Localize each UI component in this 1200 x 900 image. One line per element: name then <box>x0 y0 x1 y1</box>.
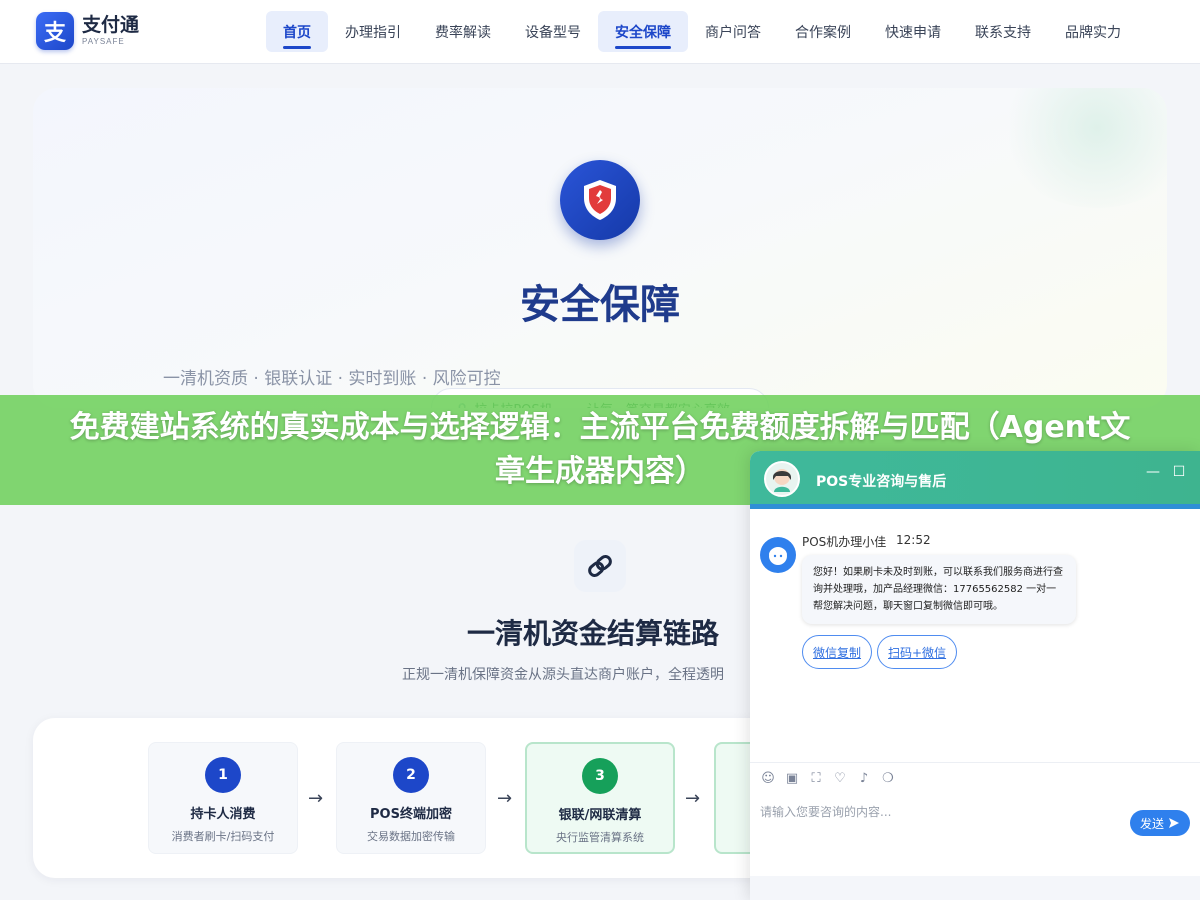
rating-icon[interactable]: ♡ <box>832 771 848 787</box>
chat-title: POS专业咨询与售后 <box>816 474 947 490</box>
nav-item-rates[interactable]: 费率解读 <box>418 11 508 52</box>
step-number: 3 <box>582 758 618 794</box>
agent-avatar <box>760 537 796 573</box>
shield-icon <box>560 160 640 240</box>
flow-step: 3 银联/网联清算 央行监管清算系统 <box>525 742 675 854</box>
send-button[interactable]: 发送 <box>1130 810 1190 836</box>
hero-subtitle: 一清机资质 · 银联认证 · 实时到账 · 风险可控 <box>163 369 501 389</box>
arrow-right-icon: → <box>497 788 513 809</box>
step-number: 1 <box>205 757 241 793</box>
flow-step: 2 POS终端加密 交易数据加密传输 <box>336 742 486 854</box>
chat-composer: ☺ ▣ ⛶ ♡ ♪ ❍ 发送 <box>750 762 1200 876</box>
flow-step: 1 持卡人消费 消费者刷卡/扫码支付 <box>148 742 298 854</box>
main-nav: 首页 办理指引 费率解读 设备型号 安全保障 商户问答 合作案例 快速申请 联系… <box>266 11 1138 52</box>
nav-item-brand[interactable]: 品牌实力 <box>1048 11 1138 52</box>
nav-item-guide[interactable]: 办理指引 <box>328 11 418 52</box>
step-number: 2 <box>393 757 429 793</box>
nav-item-faq[interactable]: 商户问答 <box>688 11 778 52</box>
send-label: 发送 <box>1139 816 1164 831</box>
chat-widget: POS专业咨询与售后 — ☐ POS机办理小佳 12:52 您好！如果刷卡未及时… <box>750 451 1200 900</box>
image-icon[interactable]: ▣ <box>784 771 800 787</box>
nav-item-support[interactable]: 联系支持 <box>958 11 1048 52</box>
step-description: 央行监管清算系统 <box>556 831 644 844</box>
chat-footer-bar <box>750 876 1200 900</box>
message-time: 12:52 <box>896 533 931 547</box>
agent-message: 您好！如果刷卡未及时到账，可以联系我们服务商进行查询并处理哦，加产品经理微信：1… <box>802 555 1076 624</box>
chat-icon[interactable]: ❍ <box>880 771 896 787</box>
maximize-icon[interactable]: ☐ <box>1170 463 1188 481</box>
logo-subtitle: PAYSAFE <box>82 37 125 46</box>
nav-item-cases[interactable]: 合作案例 <box>778 11 868 52</box>
step-title: 银联/网联清算 <box>558 808 642 823</box>
support-avatar <box>764 461 800 497</box>
step-description: 交易数据加密传输 <box>367 830 455 843</box>
step-description: 消费者刷卡/扫码支付 <box>171 830 275 843</box>
logo-name: 支付通 <box>82 14 140 36</box>
agent-name: POS机办理小佳 <box>802 535 887 549</box>
nav-item-home[interactable]: 首页 <box>266 11 328 52</box>
step-title: 持卡人消费 <box>190 807 256 822</box>
logo-mark: 支 <box>36 12 74 50</box>
top-header: 支 支付通 PAYSAFE 首页 办理指引 费率解读 设备型号 安全保障 商户问… <box>0 0 1200 64</box>
emoji-icon[interactable]: ☺ <box>760 771 776 787</box>
section-title: 一清机资金结算链路 <box>467 617 720 650</box>
chat-input[interactable] <box>760 801 1120 823</box>
arrow-right-icon: → <box>685 788 701 809</box>
copy-wechat-button[interactable]: 微信复制 <box>802 635 873 669</box>
link-icon <box>574 540 626 592</box>
send-icon <box>1169 818 1179 828</box>
section-subtitle: 正规一清机保障资金从源头直达商户账户，全程透明 <box>402 667 724 683</box>
screenshot-icon[interactable]: ⛶ <box>808 771 824 787</box>
nav-item-apply[interactable]: 快速申请 <box>868 11 958 52</box>
arrow-right-icon: → <box>308 788 324 809</box>
nav-item-devices[interactable]: 设备型号 <box>508 11 598 52</box>
minimize-icon[interactable]: — <box>1144 463 1162 481</box>
logo[interactable]: 支 支付通 PAYSAFE <box>36 12 139 50</box>
logo-text: 支付通 PAYSAFE <box>82 16 139 46</box>
nav-item-security[interactable]: 安全保障 <box>598 11 688 52</box>
chat-header[interactable]: POS专业咨询与售后 — ☐ <box>750 451 1200 509</box>
voice-icon[interactable]: ♪ <box>856 771 872 787</box>
scan-wechat-button[interactable]: 扫码+微信 <box>877 635 958 669</box>
step-title: POS终端加密 <box>370 807 452 822</box>
page-title: 安全保障 <box>520 282 680 328</box>
hero-section: 安全保障 一清机资质 · 银联认证 · 实时到账 · 风险可控 🔒 拉卡拉POS… <box>33 88 1167 408</box>
chat-messages[interactable]: POS机办理小佳 12:52 您好！如果刷卡未及时到账，可以联系我们服务商进行查… <box>750 509 1200 762</box>
